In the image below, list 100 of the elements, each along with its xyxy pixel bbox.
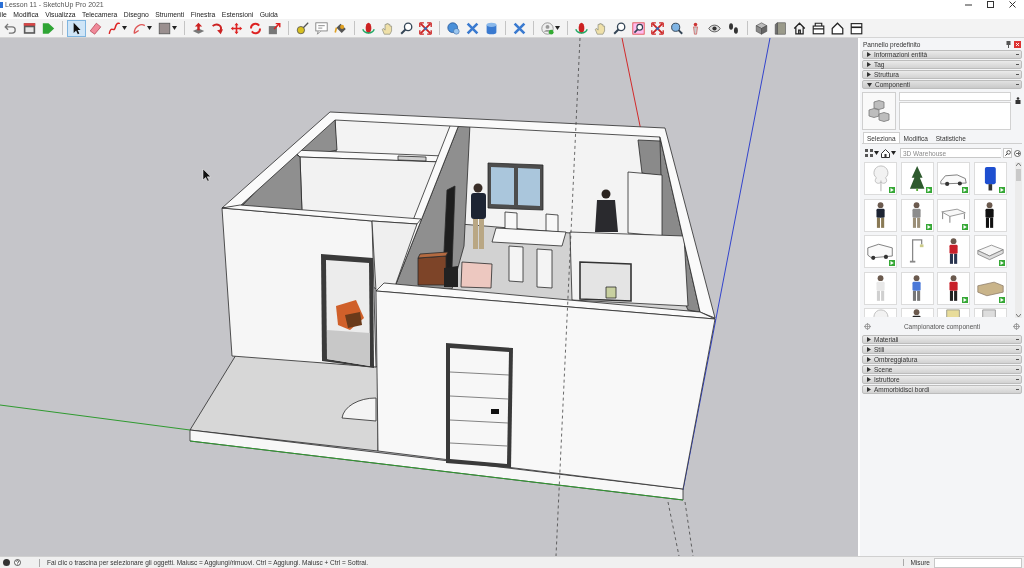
measurements-field[interactable]	[934, 557, 1022, 568]
pointer-cursor-icon	[202, 168, 212, 182]
arrow-badge-icon	[925, 223, 932, 230]
search-icon	[1004, 150, 1011, 156]
scroll-up-icon[interactable]	[1016, 163, 1021, 166]
caret-icon	[891, 151, 896, 155]
component-thumbnail[interactable]	[973, 235, 1007, 268]
undo-arrow-icon	[4, 21, 17, 35]
minus-icon	[1016, 54, 1019, 55]
component-thumbnail[interactable]	[864, 308, 897, 317]
orbit-icon	[575, 21, 588, 35]
caret-icon	[147, 26, 152, 30]
component-thumbnail[interactable]	[973, 198, 1007, 232]
squiggle-icon	[108, 21, 121, 35]
select-arrow-tool-button[interactable]	[67, 19, 86, 37]
cylinder-icon	[485, 21, 498, 35]
help-circle-icon[interactable]	[14, 559, 21, 566]
minimize-icon[interactable]	[965, 3, 972, 6]
info-icon[interactable]	[3, 559, 10, 566]
eraser-icon	[89, 21, 102, 35]
arrow-badge-icon	[925, 187, 932, 193]
component-thumbnail[interactable]	[864, 162, 897, 195]
view-options-button[interactable]	[865, 147, 879, 159]
minus-icon	[1016, 379, 1019, 380]
search-button[interactable]	[1003, 148, 1012, 158]
door-leaf	[444, 266, 458, 287]
iso-box-icon	[755, 21, 768, 35]
zoom-window-tool-button[interactable]	[629, 19, 648, 37]
component-thumbnail[interactable]	[900, 162, 934, 195]
zoom-extents-tool-button[interactable]	[416, 19, 435, 37]
component-thumbnail[interactable]	[900, 271, 934, 305]
door-swing-arc	[341, 397, 377, 422]
crosshair-icon[interactable]	[864, 322, 871, 330]
mailbox-icon	[983, 165, 997, 192]
scroll-down-icon[interactable]	[1016, 314, 1021, 317]
iso-box-tool-button[interactable]	[752, 19, 771, 37]
person-silhouette-icon	[948, 274, 959, 302]
arc-icon	[133, 21, 146, 35]
grid-view-icon	[865, 149, 873, 157]
component-thumbnail[interactable]	[900, 235, 934, 268]
conifer-icon	[908, 165, 926, 192]
3d-viewport[interactable]	[0, 38, 858, 556]
book-icon	[774, 21, 787, 35]
component-thumbnail[interactable]	[937, 198, 970, 232]
cross-icon	[466, 21, 479, 35]
stacked-boxes	[336, 300, 364, 330]
component-thumbnail[interactable]	[900, 308, 934, 317]
dashed-guide-line	[684, 501, 694, 556]
component-thumbnail[interactable]	[937, 162, 970, 195]
footprints-icon	[727, 21, 740, 35]
pin-icon[interactable]	[1006, 41, 1011, 48]
circle-arrow-icon[interactable]	[1014, 149, 1021, 157]
zoom-extents-icon	[419, 21, 432, 35]
person-figure	[471, 183, 486, 249]
dashed-guide-line	[667, 501, 680, 556]
zoom-extents-icon	[651, 21, 664, 35]
person-silhouette-icon	[985, 201, 995, 229]
person-silhouette-icon	[948, 238, 959, 265]
arrow-badge-icon	[998, 296, 1005, 303]
person-icon[interactable]	[1015, 97, 1021, 104]
user-circle-tool-button[interactable]	[538, 19, 563, 37]
caret-icon	[122, 26, 127, 30]
component-thumbnail[interactable]	[937, 235, 970, 268]
window	[487, 162, 544, 211]
minus-icon	[1016, 349, 1019, 350]
component-thumbnail[interactable]	[864, 271, 897, 305]
person-silhouette-icon	[875, 274, 886, 302]
zoom-extents-tool-button[interactable]	[648, 19, 667, 37]
zoom-previous-icon	[670, 21, 683, 35]
arrow-badge-icon	[962, 296, 968, 303]
person-silhouette-icon	[875, 201, 886, 229]
component-thumbnail[interactable]	[973, 162, 1007, 195]
minus-icon	[1016, 369, 1019, 370]
hand-icon	[381, 21, 394, 35]
component-thumbnail[interactable]	[864, 198, 897, 232]
component-thumbnail[interactable]	[900, 198, 934, 232]
component-thumbnail[interactable]	[973, 271, 1007, 305]
arrow-badge-icon	[889, 187, 895, 193]
caret-down-icon	[867, 82, 872, 87]
move-icon	[230, 21, 243, 35]
scrollbar-thumb[interactable]	[1016, 169, 1021, 181]
lamp-icon	[909, 239, 925, 264]
component-thumbnail[interactable]	[937, 271, 970, 305]
maximize-icon[interactable]	[987, 1, 994, 8]
name-field[interactable]	[899, 92, 1011, 101]
component-thumbnail[interactable]	[864, 235, 897, 268]
scale-icon	[268, 21, 281, 35]
crosshair-icon[interactable]	[1013, 322, 1020, 330]
cross-icon	[513, 21, 526, 35]
description-field[interactable]	[899, 102, 1011, 130]
arrow-badge-icon	[889, 260, 895, 266]
tree-icon	[870, 164, 891, 193]
globe-tool-button[interactable]	[444, 19, 463, 37]
minus-icon	[1016, 64, 1019, 65]
arrow-badge-icon	[998, 187, 1005, 193]
tree-icon	[870, 309, 891, 317]
close-icon[interactable]	[1009, 1, 1016, 8]
rotate-icon	[249, 21, 262, 35]
home-button[interactable]	[881, 147, 896, 159]
paint-bucket-icon	[334, 21, 347, 35]
